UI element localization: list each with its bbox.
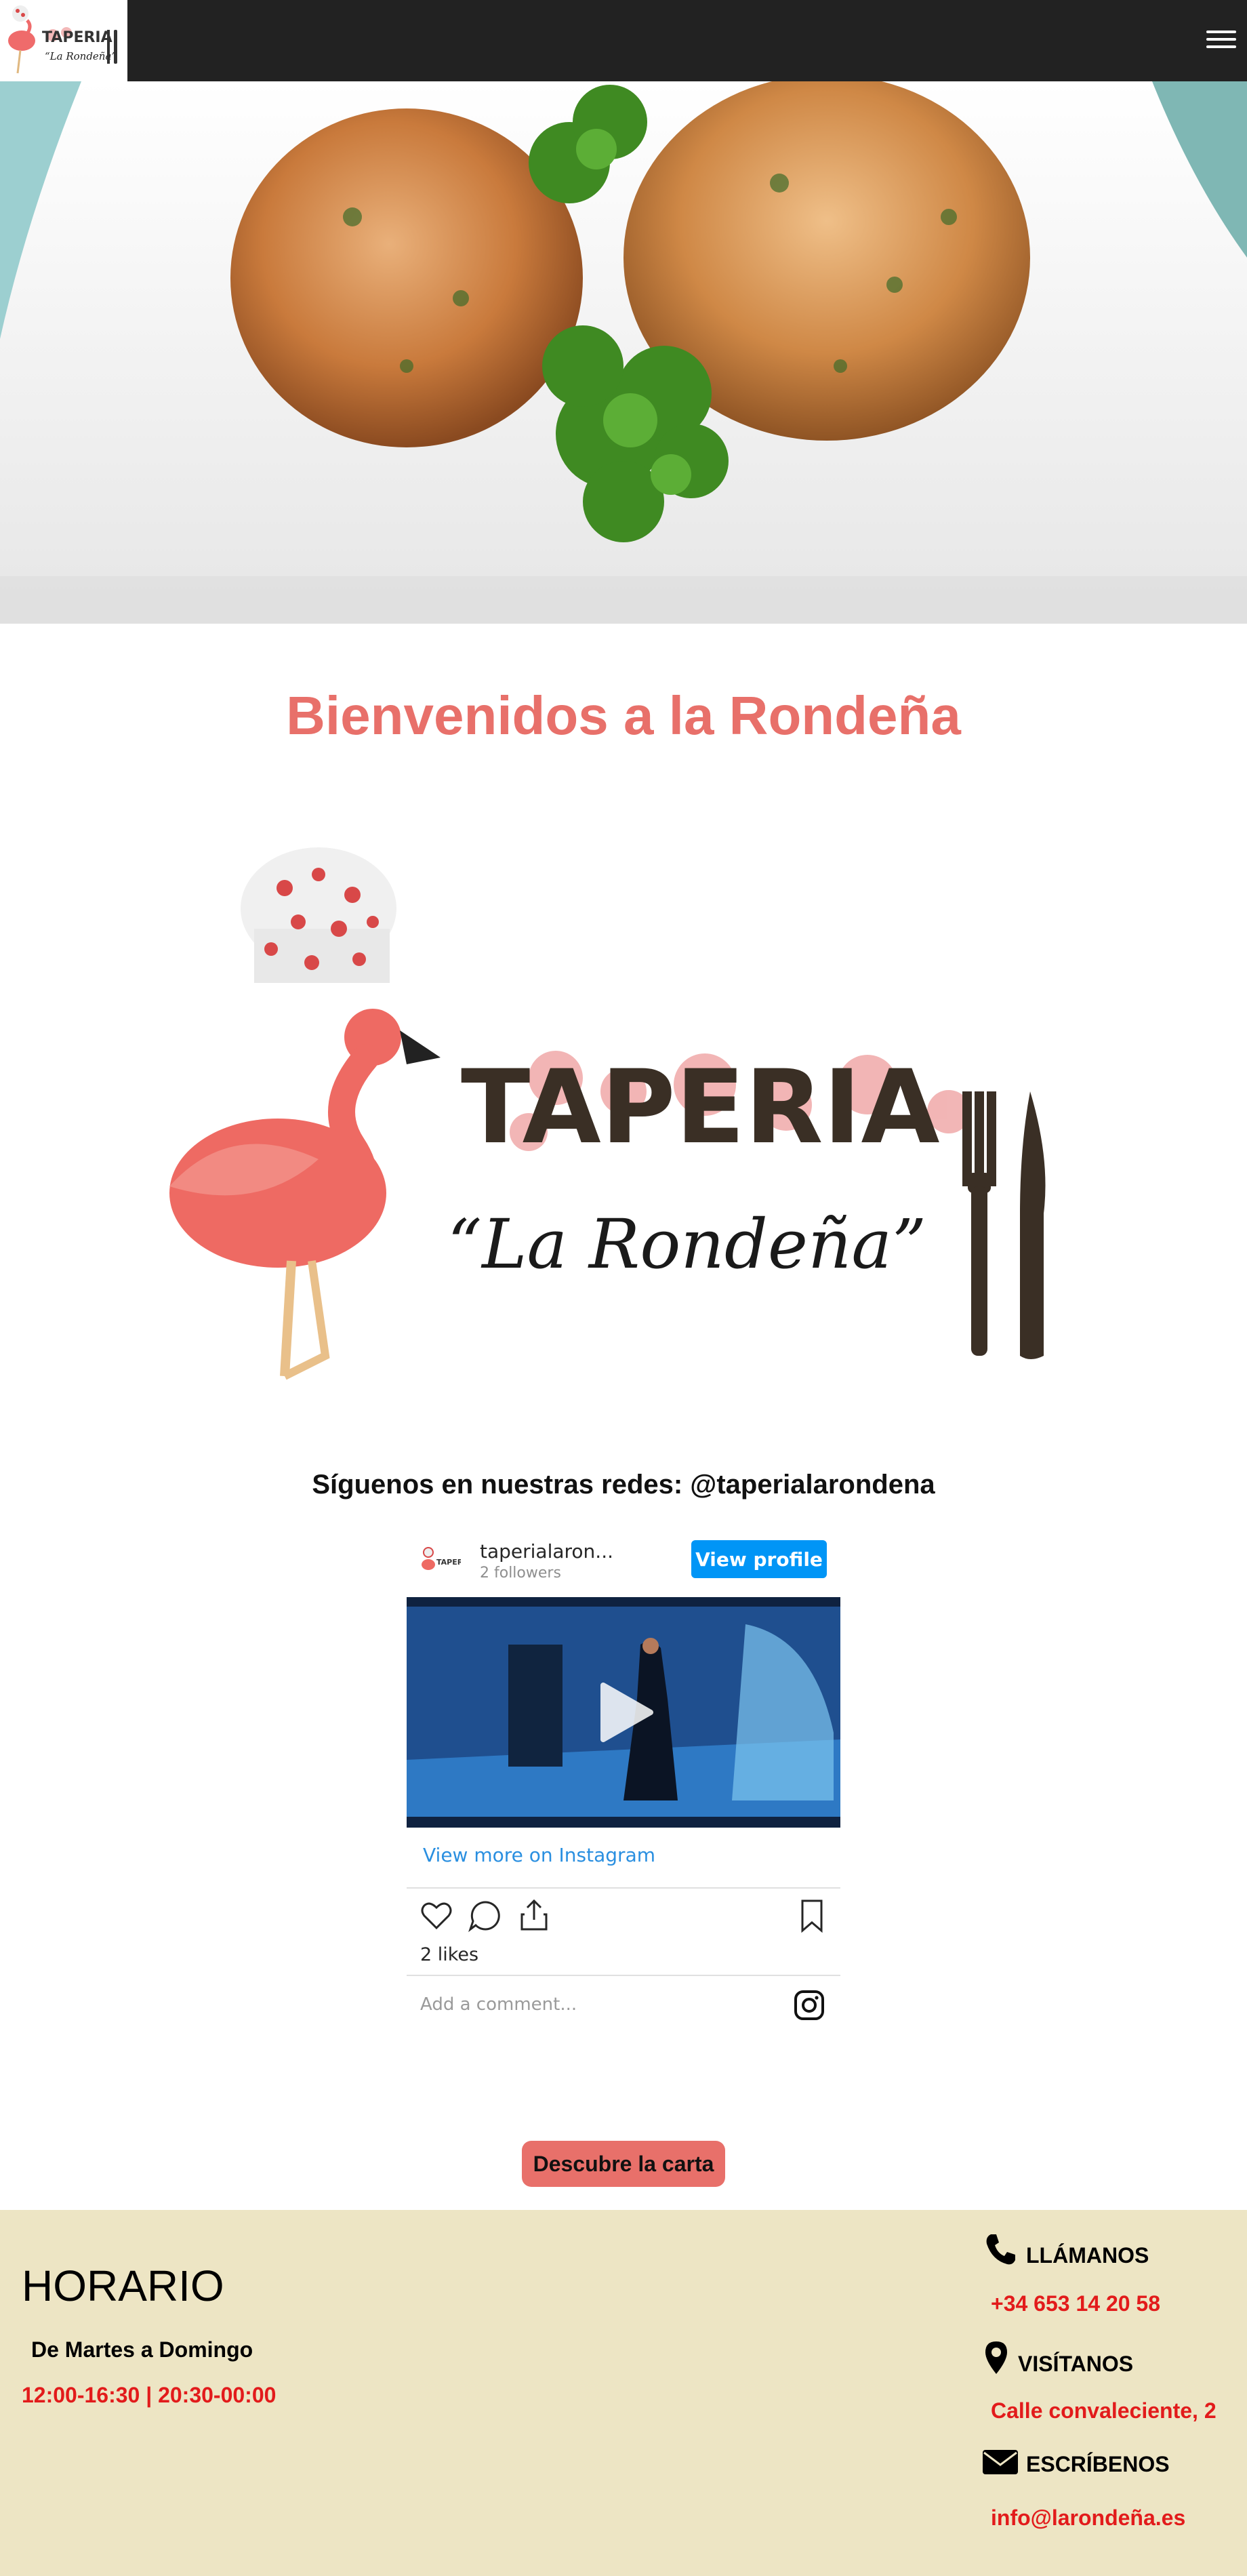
contact-phone-row: LLÁMANOS xyxy=(981,2230,1149,2268)
svg-text:TAPERIA: TAPERIA xyxy=(436,1558,461,1567)
discover-menu-button[interactable]: Descubre la carta xyxy=(522,2141,725,2187)
instagram-avatar[interactable]: TAPERIA xyxy=(419,1544,472,1579)
divider xyxy=(407,1887,840,1889)
brand-logo: TAPERIA “La Rondeña” xyxy=(149,834,1098,1403)
site-logo[interactable]: TAPERIA “La Rondeña” xyxy=(0,0,127,81)
top-navbar: TAPERIA “La Rondeña” xyxy=(0,0,1247,81)
page: TAPERIA “La Rondeña” Bienvenidos a la Ro… xyxy=(0,0,1247,2576)
share-icon[interactable] xyxy=(515,1897,553,1935)
play-icon[interactable] xyxy=(583,1672,664,1753)
instagram-header: TAPERIA taperialaron... 2 followers View… xyxy=(407,1531,840,1593)
hamburger-menu-icon[interactable] xyxy=(1206,24,1236,54)
contact-address-label: VISÍTANOS xyxy=(1018,2352,1134,2376)
svg-text:“La Rondeña”: “La Rondeña” xyxy=(447,1205,926,1284)
contact-address-value[interactable]: Calle convaleciente, 2 xyxy=(991,2398,1217,2423)
instagram-actions xyxy=(407,1897,840,1944)
instagram-followers: 2 followers xyxy=(480,1565,561,1582)
instagram-video[interactable] xyxy=(407,1597,840,1828)
instagram-embed: TAPERIA taperialaron... 2 followers View… xyxy=(407,1531,840,2032)
contact-email-value[interactable]: info@larondeña.es xyxy=(991,2505,1185,2531)
map-marker-icon xyxy=(985,2341,1007,2374)
welcome-title: Bienvenidos a la Rondeña xyxy=(286,685,961,746)
comment-icon[interactable] xyxy=(466,1897,504,1935)
contact-address-row: VISÍTANOS xyxy=(981,2339,1133,2377)
hours-time: 12:00-16:30 | 20:30-00:00 xyxy=(22,2383,277,2407)
social-heading: Síguenos en nuestras redes: @taperialaro… xyxy=(312,1470,935,1500)
contact-email-label: ESCRÍBENOS xyxy=(1026,2452,1170,2476)
hours-title: HORARIO xyxy=(22,2261,224,2310)
footer: HORARIO De Martes a Domingo 12:00-16:30 … xyxy=(0,2210,1247,2576)
envelope-icon xyxy=(983,2450,1018,2474)
instagram-icon[interactable] xyxy=(793,1989,825,2021)
hours-days: De Martes a Domingo xyxy=(31,2337,253,2362)
svg-text:TAPERIA: TAPERIA xyxy=(461,1049,940,1167)
hero-image xyxy=(0,81,1247,624)
flamingo-logo-icon: TAPERIA “La Rondeña” xyxy=(8,5,117,74)
view-profile-button[interactable]: View profile xyxy=(691,1540,827,1578)
heart-icon[interactable] xyxy=(417,1897,455,1935)
view-more-on-instagram-link[interactable]: View more on Instagram xyxy=(423,1844,655,1866)
contact-email-row: ESCRÍBENOS xyxy=(981,2447,1170,2477)
instagram-username[interactable]: taperialaron... xyxy=(480,1540,613,1563)
add-comment-input[interactable]: Add a comment... xyxy=(420,1994,577,2015)
contact-phone-value[interactable]: +34 653 14 20 58 xyxy=(991,2291,1160,2316)
contact-phone-label: LLÁMANOS xyxy=(1026,2243,1149,2268)
divider xyxy=(407,1975,840,1976)
instagram-likes: 2 likes xyxy=(420,1944,479,1965)
svg-text:TAPERIA: TAPERIA xyxy=(42,29,113,46)
phone-icon xyxy=(986,2234,1015,2265)
bookmark-icon[interactable] xyxy=(793,1897,831,1935)
svg-text:“La Rondeña”: “La Rondeña” xyxy=(45,50,117,62)
